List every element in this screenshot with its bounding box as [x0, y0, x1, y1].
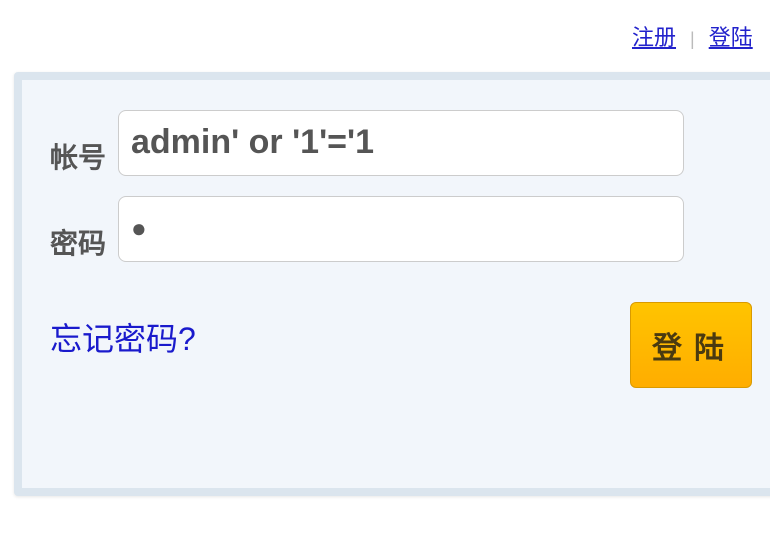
login-link[interactable]: 登陆: [709, 25, 753, 50]
forgot-password-link[interactable]: 忘记密码?: [50, 314, 196, 360]
account-label: 帐号: [50, 142, 107, 173]
password-input[interactable]: ●: [118, 196, 684, 262]
password-label: 密码: [50, 228, 107, 259]
top-links: 注册 | 登陆: [632, 20, 753, 52]
separator: |: [690, 29, 695, 49]
register-link[interactable]: 注册: [632, 25, 676, 50]
login-panel: 帐号 admin' or '1'='1 密码 ● 忘记密码? 登陆: [14, 72, 770, 496]
account-input[interactable]: admin' or '1'='1: [118, 110, 684, 176]
login-button[interactable]: 登陆: [630, 302, 752, 388]
